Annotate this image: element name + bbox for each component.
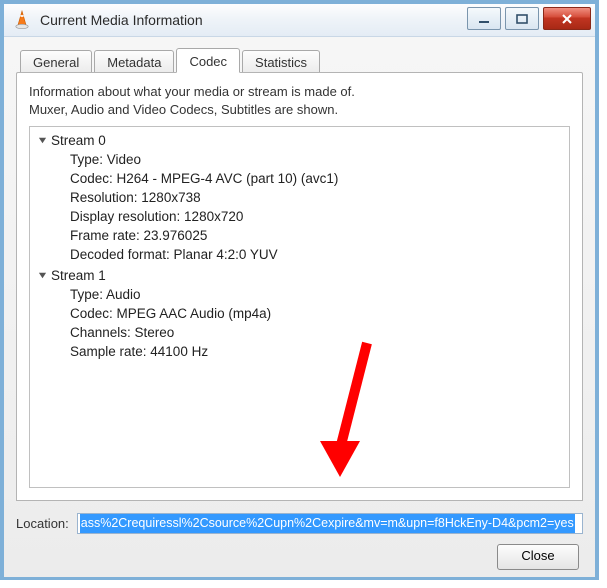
info-line: Muxer, Audio and Video Codecs, Subtitles… bbox=[29, 101, 570, 119]
stream-node: Stream 0 Type: Video Codec: H264 - MPEG-… bbox=[38, 133, 561, 264]
caret-down-icon bbox=[38, 136, 47, 145]
tab-codec[interactable]: Codec bbox=[176, 48, 240, 73]
titlebar: Current Media Information bbox=[4, 4, 595, 37]
stream-prop: Codec: H264 - MPEG-4 AVC (part 10) (avc1… bbox=[70, 169, 561, 188]
dialog-body: General Metadata Codec Statistics Inform… bbox=[4, 37, 595, 577]
stream-prop: Type: Video bbox=[70, 150, 561, 169]
dialog-buttons: Close bbox=[16, 544, 583, 570]
minimize-button[interactable] bbox=[467, 7, 501, 30]
codec-panel: Information about what your media or str… bbox=[16, 72, 583, 501]
tab-general[interactable]: General bbox=[20, 50, 92, 73]
location-input[interactable]: ass%2Crequiressl%2Csource%2Cupn%2Cexpire… bbox=[77, 513, 583, 534]
close-button[interactable]: Close bbox=[497, 544, 579, 570]
dialog-window: Current Media Information General Metada… bbox=[0, 0, 599, 580]
stream-title: Stream 1 bbox=[51, 268, 106, 283]
window-controls bbox=[467, 7, 591, 30]
stream-header[interactable]: Stream 0 bbox=[38, 133, 561, 148]
stream-title: Stream 0 bbox=[51, 133, 106, 148]
tab-bar: General Metadata Codec Statistics bbox=[16, 47, 583, 72]
stream-prop: Channels: Stereo bbox=[70, 323, 561, 342]
location-row: Location: ass%2Crequiressl%2Csource%2Cup… bbox=[16, 513, 583, 534]
stream-prop: Resolution: 1280x738 bbox=[70, 188, 561, 207]
location-label: Location: bbox=[16, 516, 69, 531]
stream-prop: Decoded format: Planar 4:2:0 YUV bbox=[70, 245, 561, 264]
panel-description: Information about what your media or str… bbox=[29, 83, 570, 118]
stream-prop: Display resolution: 1280x720 bbox=[70, 207, 561, 226]
location-value: ass%2Crequiressl%2Csource%2Cupn%2Cexpire… bbox=[80, 514, 575, 533]
info-line: Information about what your media or str… bbox=[29, 83, 570, 101]
maximize-button[interactable] bbox=[505, 7, 539, 30]
stream-prop: Sample rate: 44100 Hz bbox=[70, 342, 561, 361]
stream-node: Stream 1 Type: Audio Codec: MPEG AAC Aud… bbox=[38, 268, 561, 361]
stream-prop: Frame rate: 23.976025 bbox=[70, 226, 561, 245]
stream-prop: Type: Audio bbox=[70, 285, 561, 304]
stream-tree[interactable]: Stream 0 Type: Video Codec: H264 - MPEG-… bbox=[29, 126, 570, 488]
stream-prop: Codec: MPEG AAC Audio (mp4a) bbox=[70, 304, 561, 323]
stream-properties: Type: Audio Codec: MPEG AAC Audio (mp4a)… bbox=[70, 285, 561, 361]
stream-properties: Type: Video Codec: H264 - MPEG-4 AVC (pa… bbox=[70, 150, 561, 264]
stream-header[interactable]: Stream 1 bbox=[38, 268, 561, 283]
caret-down-icon bbox=[38, 271, 47, 280]
app-icon bbox=[12, 10, 32, 30]
close-window-button[interactable] bbox=[543, 7, 591, 30]
window-title: Current Media Information bbox=[40, 12, 203, 28]
tab-metadata[interactable]: Metadata bbox=[94, 50, 174, 73]
tab-statistics[interactable]: Statistics bbox=[242, 50, 320, 73]
